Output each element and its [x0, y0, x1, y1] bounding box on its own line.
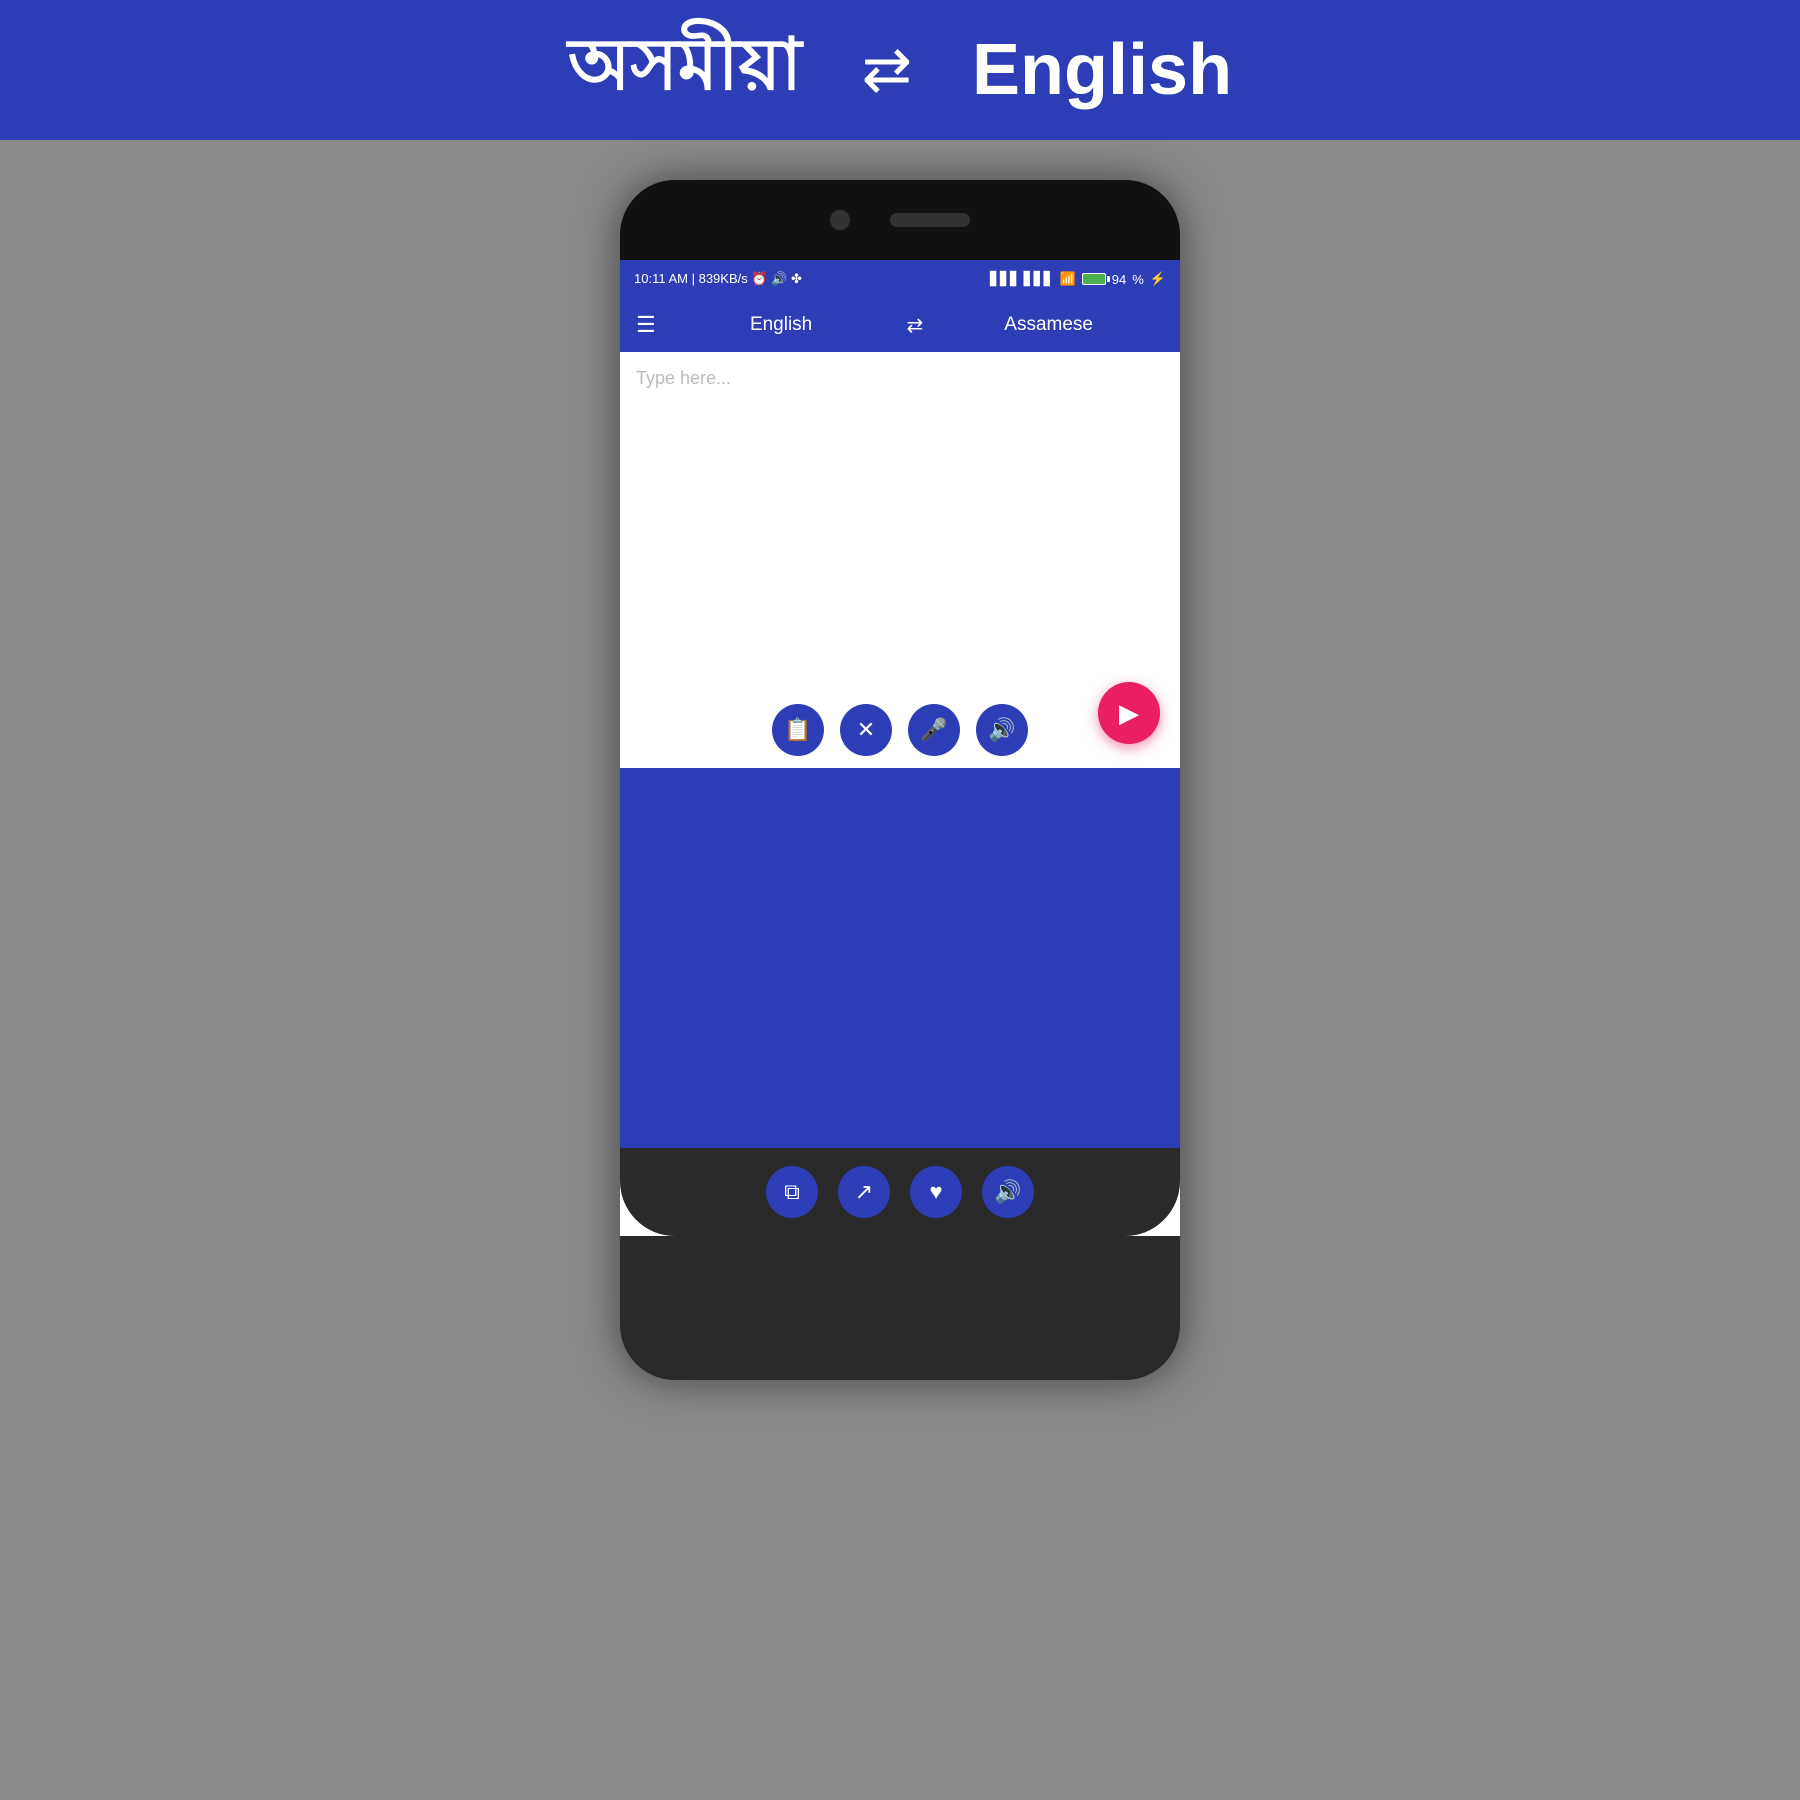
status-time-data: 10:11 AM | 839KB/s ⏰ 🔊 ✤	[634, 271, 802, 287]
status-separator: |	[692, 271, 699, 286]
share-button[interactable]: ↗	[838, 1166, 890, 1218]
status-data-speed: 839KB/s	[699, 271, 748, 286]
earpiece	[890, 213, 970, 227]
microphone-button[interactable]: 🎤	[908, 704, 960, 756]
phone-frame: 10:11 AM | 839KB/s ⏰ 🔊 ✤ ▋▋▋ ▋▋▋ 📶 94 % …	[620, 180, 1180, 1380]
hamburger-icon[interactable]: ☰	[636, 312, 656, 338]
send-button[interactable]: ▶	[1098, 682, 1160, 744]
charging-icon: ⚡	[1150, 271, 1166, 287]
speaker-icon: 🔊	[988, 717, 1015, 743]
speaker-button[interactable]: 🔊	[976, 704, 1028, 756]
tts-button[interactable]: 🔊	[982, 1166, 1034, 1218]
status-time: 10:11 AM	[634, 271, 688, 286]
phone-notch	[620, 180, 1180, 260]
top-header-bar: অসমীয়া ⇄ English	[0, 0, 1800, 140]
battery-percent: 94	[1112, 272, 1126, 287]
mic-icon: 🎤	[920, 717, 947, 743]
close-icon: ✕	[857, 717, 875, 743]
wifi-icon: 📶	[1060, 271, 1076, 287]
status-icons: ⏰ 🔊 ✤	[751, 271, 802, 286]
copy-button[interactable]: ⧉	[766, 1166, 818, 1218]
action-buttons-row: 📋 ✕ 🎤 🔊 ▶	[620, 692, 1180, 768]
signal-bars: ▋▋▋ ▋▋▋	[990, 271, 1054, 287]
app-header-swap-icon[interactable]: ⇄	[906, 313, 923, 338]
top-header-lang2: English	[972, 29, 1232, 111]
app-header-lang1[interactable]: English	[666, 314, 897, 336]
bottom-buttons-row: ⧉ ↗ ♥ 🔊	[620, 1148, 1180, 1236]
favorite-button[interactable]: ♥	[910, 1166, 962, 1218]
input-placeholder: Type here...	[636, 368, 731, 388]
translation-output-area	[620, 768, 1180, 1148]
clipboard-button[interactable]: 📋	[772, 704, 824, 756]
clipboard-icon: 📋	[784, 717, 811, 743]
top-header-swap-icon: ⇄	[862, 35, 912, 105]
top-header-lang1: অসমীয়া	[568, 10, 802, 130]
front-camera	[830, 210, 850, 230]
main-area: 10:11 AM | 839KB/s ⏰ 🔊 ✤ ▋▋▋ ▋▋▋ 📶 94 % …	[0, 140, 1800, 1800]
status-right-icons: ▋▋▋ ▋▋▋ 📶 94 % ⚡	[990, 271, 1166, 287]
speaker2-icon: 🔊	[994, 1179, 1021, 1205]
copy-icon: ⧉	[784, 1179, 800, 1205]
share-icon: ↗	[855, 1179, 873, 1205]
app-header: ☰ English ⇄ Assamese	[620, 298, 1180, 352]
battery-percent-sign: %	[1132, 272, 1144, 287]
app-header-lang2[interactable]: Assamese	[933, 314, 1164, 336]
text-input-area[interactable]: Type here...	[620, 352, 1180, 692]
battery-icon	[1082, 273, 1106, 285]
clear-button[interactable]: ✕	[840, 704, 892, 756]
send-icon: ▶	[1119, 698, 1139, 729]
phone-screen: 10:11 AM | 839KB/s ⏰ 🔊 ✤ ▋▋▋ ▋▋▋ 📶 94 % …	[620, 260, 1180, 1236]
heart-icon: ♥	[929, 1179, 942, 1205]
status-bar: 10:11 AM | 839KB/s ⏰ 🔊 ✤ ▋▋▋ ▋▋▋ 📶 94 % …	[620, 260, 1180, 298]
